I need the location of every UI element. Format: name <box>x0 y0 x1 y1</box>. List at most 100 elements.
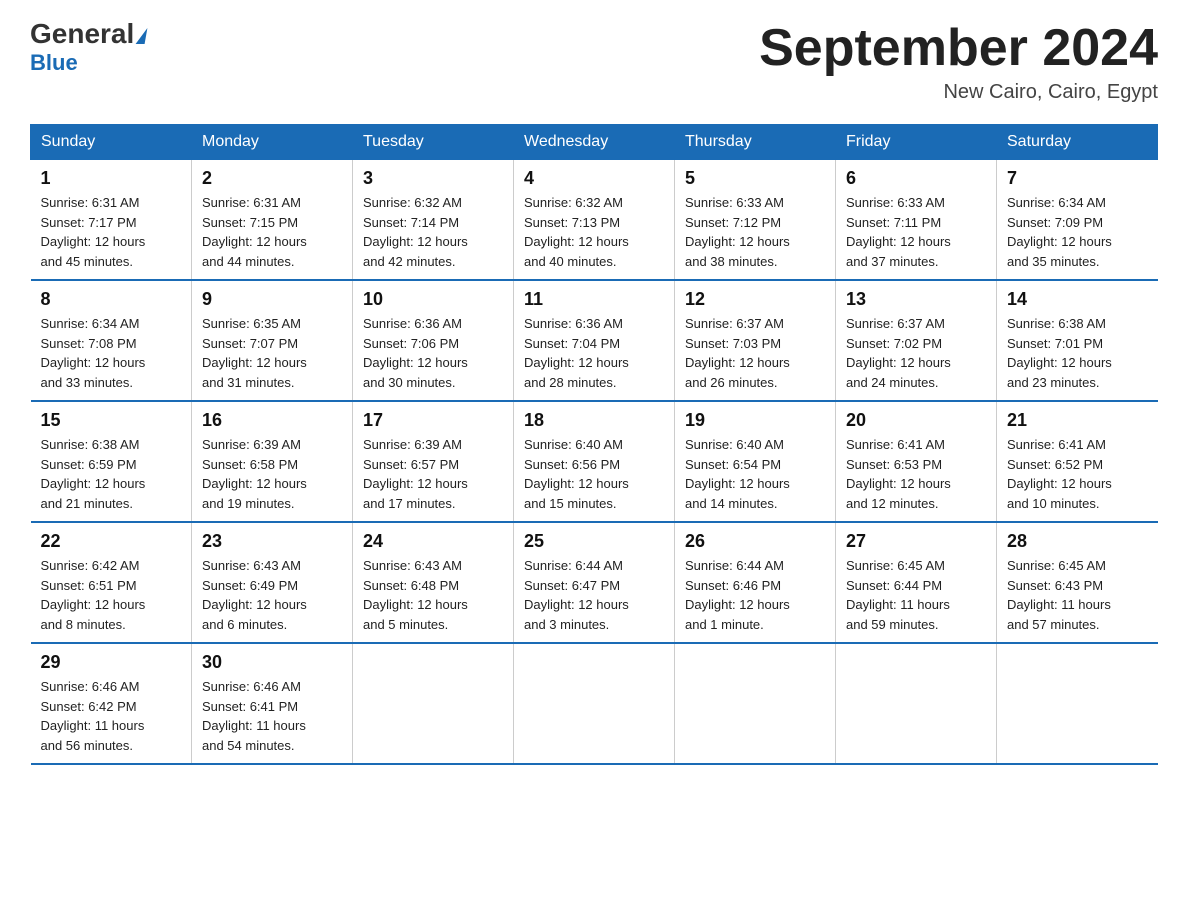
calendar-cell: 23 Sunrise: 6:43 AM Sunset: 6:49 PM Dayli… <box>192 522 353 643</box>
day-number: 7 <box>1007 168 1148 189</box>
weekday-header-saturday: Saturday <box>997 125 1158 160</box>
day-info: Sunrise: 6:38 AM Sunset: 6:59 PM Dayligh… <box>41 435 182 513</box>
weekday-header-wednesday: Wednesday <box>514 125 675 160</box>
calendar-cell: 7 Sunrise: 6:34 AM Sunset: 7:09 PM Daylig… <box>997 160 1158 281</box>
day-info: Sunrise: 6:33 AM Sunset: 7:11 PM Dayligh… <box>846 193 986 271</box>
calendar-cell: 1 Sunrise: 6:31 AM Sunset: 7:17 PM Daylig… <box>31 160 192 281</box>
weekday-header-sunday: Sunday <box>31 125 192 160</box>
day-number: 30 <box>202 652 342 673</box>
calendar-cell <box>836 643 997 764</box>
calendar-cell: 20 Sunrise: 6:41 AM Sunset: 6:53 PM Dayli… <box>836 401 997 522</box>
month-title: September 2024 <box>759 20 1158 77</box>
day-number: 2 <box>202 168 342 189</box>
day-number: 9 <box>202 289 342 310</box>
location: New Cairo, Cairo, Egypt <box>759 81 1158 104</box>
day-info: Sunrise: 6:31 AM Sunset: 7:15 PM Dayligh… <box>202 193 342 271</box>
day-number: 12 <box>685 289 825 310</box>
weekday-header-tuesday: Tuesday <box>353 125 514 160</box>
day-number: 17 <box>363 410 503 431</box>
calendar-cell <box>353 643 514 764</box>
calendar-cell: 6 Sunrise: 6:33 AM Sunset: 7:11 PM Daylig… <box>836 160 997 281</box>
day-number: 18 <box>524 410 664 431</box>
logo: General Blue <box>30 20 146 76</box>
calendar-cell: 10 Sunrise: 6:36 AM Sunset: 7:06 PM Dayli… <box>353 280 514 401</box>
day-info: Sunrise: 6:41 AM Sunset: 6:53 PM Dayligh… <box>846 435 986 513</box>
day-info: Sunrise: 6:40 AM Sunset: 6:54 PM Dayligh… <box>685 435 825 513</box>
calendar-cell: 5 Sunrise: 6:33 AM Sunset: 7:12 PM Daylig… <box>675 160 836 281</box>
day-number: 1 <box>41 168 182 189</box>
day-info: Sunrise: 6:43 AM Sunset: 6:49 PM Dayligh… <box>202 556 342 634</box>
day-number: 4 <box>524 168 664 189</box>
day-info: Sunrise: 6:32 AM Sunset: 7:13 PM Dayligh… <box>524 193 664 271</box>
day-info: Sunrise: 6:45 AM Sunset: 6:44 PM Dayligh… <box>846 556 986 634</box>
day-info: Sunrise: 6:36 AM Sunset: 7:06 PM Dayligh… <box>363 314 503 392</box>
day-info: Sunrise: 6:34 AM Sunset: 7:09 PM Dayligh… <box>1007 193 1148 271</box>
day-info: Sunrise: 6:41 AM Sunset: 6:52 PM Dayligh… <box>1007 435 1148 513</box>
logo-blue: Blue <box>30 50 78 76</box>
weekday-header-monday: Monday <box>192 125 353 160</box>
calendar-cell: 22 Sunrise: 6:42 AM Sunset: 6:51 PM Dayli… <box>31 522 192 643</box>
weekday-header-thursday: Thursday <box>675 125 836 160</box>
day-number: 16 <box>202 410 342 431</box>
calendar-cell: 15Sunrise: 6:38 AM Sunset: 6:59 PM Dayli… <box>31 401 192 522</box>
calendar-cell: 13 Sunrise: 6:37 AM Sunset: 7:02 PM Dayli… <box>836 280 997 401</box>
day-info: Sunrise: 6:43 AM Sunset: 6:48 PM Dayligh… <box>363 556 503 634</box>
calendar-cell: 4 Sunrise: 6:32 AM Sunset: 7:13 PM Daylig… <box>514 160 675 281</box>
day-info: Sunrise: 6:39 AM Sunset: 6:58 PM Dayligh… <box>202 435 342 513</box>
day-number: 19 <box>685 410 825 431</box>
day-info: Sunrise: 6:46 AM Sunset: 6:42 PM Dayligh… <box>41 677 182 755</box>
day-number: 6 <box>846 168 986 189</box>
day-info: Sunrise: 6:39 AM Sunset: 6:57 PM Dayligh… <box>363 435 503 513</box>
day-info: Sunrise: 6:32 AM Sunset: 7:14 PM Dayligh… <box>363 193 503 271</box>
day-number: 22 <box>41 531 182 552</box>
day-info: Sunrise: 6:44 AM Sunset: 6:46 PM Dayligh… <box>685 556 825 634</box>
day-info: Sunrise: 6:36 AM Sunset: 7:04 PM Dayligh… <box>524 314 664 392</box>
calendar-week-row: 22 Sunrise: 6:42 AM Sunset: 6:51 PM Dayli… <box>31 522 1158 643</box>
day-info: Sunrise: 6:44 AM Sunset: 6:47 PM Dayligh… <box>524 556 664 634</box>
calendar-cell: 29 Sunrise: 6:46 AM Sunset: 6:42 PM Dayli… <box>31 643 192 764</box>
calendar-cell: 8Sunrise: 6:34 AM Sunset: 7:08 PM Daylig… <box>31 280 192 401</box>
calendar-cell: 16 Sunrise: 6:39 AM Sunset: 6:58 PM Dayli… <box>192 401 353 522</box>
calendar-cell: 21Sunrise: 6:41 AM Sunset: 6:52 PM Dayli… <box>997 401 1158 522</box>
logo-general: General <box>30 20 146 48</box>
day-number: 11 <box>524 289 664 310</box>
day-number: 25 <box>524 531 664 552</box>
day-number: 5 <box>685 168 825 189</box>
calendar-cell <box>675 643 836 764</box>
calendar-week-row: 8Sunrise: 6:34 AM Sunset: 7:08 PM Daylig… <box>31 280 1158 401</box>
calendar-cell: 14Sunrise: 6:38 AM Sunset: 7:01 PM Dayli… <box>997 280 1158 401</box>
calendar-cell: 17 Sunrise: 6:39 AM Sunset: 6:57 PM Dayli… <box>353 401 514 522</box>
day-number: 13 <box>846 289 986 310</box>
day-info: Sunrise: 6:37 AM Sunset: 7:02 PM Dayligh… <box>846 314 986 392</box>
day-info: Sunrise: 6:42 AM Sunset: 6:51 PM Dayligh… <box>41 556 182 634</box>
day-number: 8 <box>41 289 182 310</box>
calendar-cell: 19 Sunrise: 6:40 AM Sunset: 6:54 PM Dayli… <box>675 401 836 522</box>
day-info: Sunrise: 6:33 AM Sunset: 7:12 PM Dayligh… <box>685 193 825 271</box>
day-number: 29 <box>41 652 182 673</box>
calendar-cell: 12Sunrise: 6:37 AM Sunset: 7:03 PM Dayli… <box>675 280 836 401</box>
day-info: Sunrise: 6:40 AM Sunset: 6:56 PM Dayligh… <box>524 435 664 513</box>
day-info: Sunrise: 6:46 AM Sunset: 6:41 PM Dayligh… <box>202 677 342 755</box>
day-number: 26 <box>685 531 825 552</box>
day-info: Sunrise: 6:31 AM Sunset: 7:17 PM Dayligh… <box>41 193 182 271</box>
calendar-cell: 3Sunrise: 6:32 AM Sunset: 7:14 PM Daylig… <box>353 160 514 281</box>
day-number: 20 <box>846 410 986 431</box>
calendar-week-row: 29 Sunrise: 6:46 AM Sunset: 6:42 PM Dayli… <box>31 643 1158 764</box>
page-header: General Blue September 2024 New Cairo, C… <box>30 20 1158 104</box>
weekday-header-row: SundayMondayTuesdayWednesdayThursdayFrid… <box>31 125 1158 160</box>
calendar-cell: 18 Sunrise: 6:40 AM Sunset: 6:56 PM Dayli… <box>514 401 675 522</box>
day-number: 24 <box>363 531 503 552</box>
calendar-cell <box>514 643 675 764</box>
calendar-cell: 2 Sunrise: 6:31 AM Sunset: 7:15 PM Daylig… <box>192 160 353 281</box>
calendar-table: SundayMondayTuesdayWednesdayThursdayFrid… <box>30 124 1158 765</box>
day-number: 10 <box>363 289 503 310</box>
day-info: Sunrise: 6:45 AM Sunset: 6:43 PM Dayligh… <box>1007 556 1148 634</box>
title-block: September 2024 New Cairo, Cairo, Egypt <box>759 20 1158 104</box>
day-number: 23 <box>202 531 342 552</box>
calendar-cell: 30 Sunrise: 6:46 AM Sunset: 6:41 PM Dayli… <box>192 643 353 764</box>
calendar-cell: 9 Sunrise: 6:35 AM Sunset: 7:07 PM Daylig… <box>192 280 353 401</box>
day-number: 14 <box>1007 289 1148 310</box>
calendar-cell: 26 Sunrise: 6:44 AM Sunset: 6:46 PM Dayli… <box>675 522 836 643</box>
day-info: Sunrise: 6:35 AM Sunset: 7:07 PM Dayligh… <box>202 314 342 392</box>
calendar-cell <box>997 643 1158 764</box>
